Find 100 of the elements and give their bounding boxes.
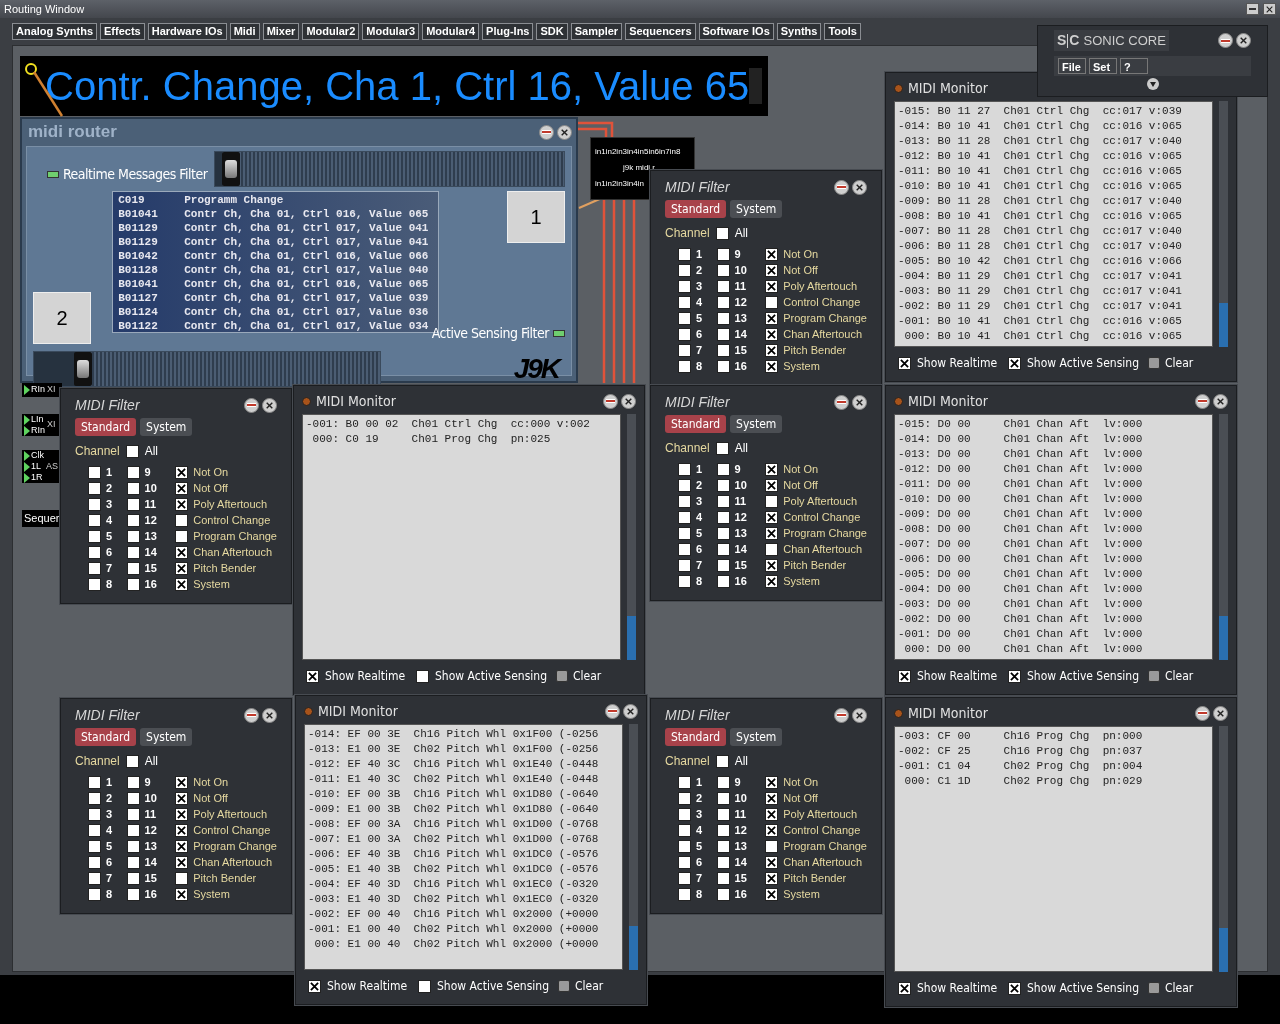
checkbox[interactable] — [715, 441, 729, 455]
checkbox[interactable] — [416, 669, 429, 683]
checkbox[interactable] — [88, 497, 101, 511]
checkbox[interactable] — [716, 279, 730, 293]
checkbox[interactable] — [678, 343, 691, 357]
checkbox[interactable] — [126, 775, 140, 789]
close-button[interactable] — [1213, 705, 1228, 721]
checkbox[interactable] — [88, 775, 101, 789]
checkbox[interactable] — [765, 478, 779, 492]
minimize-button[interactable] — [1246, 3, 1259, 15]
checkbox[interactable] — [716, 775, 730, 789]
checkbox[interactable] — [175, 561, 189, 575]
checkbox[interactable] — [88, 823, 101, 837]
checkbox[interactable] — [716, 871, 730, 885]
checkbox[interactable] — [765, 791, 779, 805]
checkbox[interactable] — [716, 478, 730, 492]
checkbox[interactable] — [716, 887, 730, 901]
checkbox[interactable] — [765, 855, 779, 869]
menu-tab[interactable]: Modular4 — [422, 23, 480, 40]
checkbox[interactable] — [308, 979, 321, 993]
menu-tab[interactable]: Modular3 — [362, 23, 420, 40]
checkbox[interactable] — [716, 542, 730, 556]
checkbox[interactable] — [175, 887, 189, 901]
minimize-button[interactable] — [605, 703, 620, 719]
menu-tab[interactable]: Sequencers — [625, 23, 696, 40]
checkbox[interactable] — [126, 529, 140, 543]
slider[interactable] — [33, 351, 381, 387]
minimize-button[interactable] — [834, 179, 849, 195]
checkbox[interactable] — [765, 343, 779, 357]
checkbox[interactable] — [765, 558, 779, 572]
checkbox[interactable] — [1008, 669, 1021, 683]
clear-button[interactable]: Clear — [1148, 667, 1194, 685]
scrollbar[interactable] — [1219, 101, 1228, 347]
checkbox[interactable] — [716, 462, 730, 476]
menu-tab[interactable]: Tools — [824, 23, 861, 40]
checkbox[interactable] — [126, 839, 140, 853]
checkbox[interactable] — [898, 356, 911, 370]
checkbox[interactable] — [175, 823, 189, 837]
checkbox[interactable] — [678, 263, 691, 277]
checkbox[interactable] — [765, 494, 779, 508]
checkbox[interactable] — [765, 263, 779, 277]
checkbox[interactable] — [716, 839, 730, 853]
checkbox[interactable] — [716, 791, 730, 805]
checkbox[interactable] — [88, 513, 101, 527]
checkbox[interactable] — [175, 465, 189, 479]
checkbox[interactable] — [88, 465, 101, 479]
checkbox[interactable] — [765, 887, 779, 901]
close-button[interactable] — [852, 707, 867, 723]
checkbox[interactable] — [678, 247, 691, 261]
checkbox[interactable] — [678, 494, 691, 508]
module[interactable]: Sequer — [22, 510, 62, 527]
checkbox[interactable] — [716, 263, 730, 277]
checkbox[interactable] — [126, 855, 140, 869]
menu-button[interactable]: File — [1058, 58, 1086, 74]
checkbox[interactable] — [175, 513, 189, 527]
checkbox[interactable] — [765, 279, 779, 293]
number-button[interactable]: 2 — [33, 292, 91, 344]
checkbox[interactable] — [306, 669, 319, 683]
checkbox[interactable] — [175, 839, 189, 853]
menu-tab[interactable]: Effects — [100, 23, 145, 40]
checkbox[interactable] — [715, 754, 729, 768]
checkbox[interactable] — [175, 791, 189, 805]
menu-tab[interactable]: Modular2 — [302, 23, 360, 40]
tab[interactable]: Standard — [665, 200, 727, 218]
checkbox[interactable] — [175, 855, 189, 869]
checkbox[interactable] — [88, 839, 101, 853]
checkbox[interactable] — [678, 871, 691, 885]
close-button[interactable] — [262, 397, 277, 413]
checkbox[interactable] — [126, 481, 140, 495]
checkbox[interactable] — [88, 855, 101, 869]
menu-tab[interactable]: Software IOs — [698, 23, 774, 40]
clear-button[interactable]: Clear — [556, 667, 602, 685]
minimize-button[interactable] — [1195, 705, 1210, 721]
checkbox[interactable] — [716, 343, 730, 357]
checkbox[interactable] — [765, 526, 779, 540]
checkbox[interactable] — [716, 526, 730, 540]
clear-button[interactable]: Clear — [558, 977, 604, 995]
menu-button[interactable]: Set — [1089, 58, 1117, 74]
menu-tab[interactable]: Sampler — [570, 23, 623, 40]
checkbox[interactable] — [126, 561, 140, 575]
checkbox[interactable] — [125, 444, 139, 458]
menu-tab[interactable]: Analog Synths — [12, 23, 97, 40]
checkbox[interactable] — [126, 791, 140, 805]
checkbox[interactable] — [765, 359, 779, 373]
scrollbar[interactable] — [629, 724, 638, 970]
checkbox[interactable] — [175, 775, 189, 789]
checkbox[interactable] — [765, 823, 779, 837]
checkbox[interactable] — [88, 481, 101, 495]
checkbox[interactable] — [126, 871, 140, 885]
checkbox[interactable] — [126, 577, 140, 591]
checkbox[interactable] — [175, 529, 189, 543]
checkbox[interactable] — [678, 574, 691, 588]
checkbox[interactable] — [716, 311, 730, 325]
scrollbar[interactable] — [1219, 414, 1228, 660]
scrollbar[interactable] — [1219, 726, 1228, 972]
checkbox[interactable] — [678, 807, 691, 821]
checkbox[interactable] — [765, 871, 779, 885]
slider[interactable] — [214, 151, 565, 187]
checkbox[interactable] — [678, 359, 691, 373]
menu-tab[interactable]: Midi — [229, 23, 260, 40]
